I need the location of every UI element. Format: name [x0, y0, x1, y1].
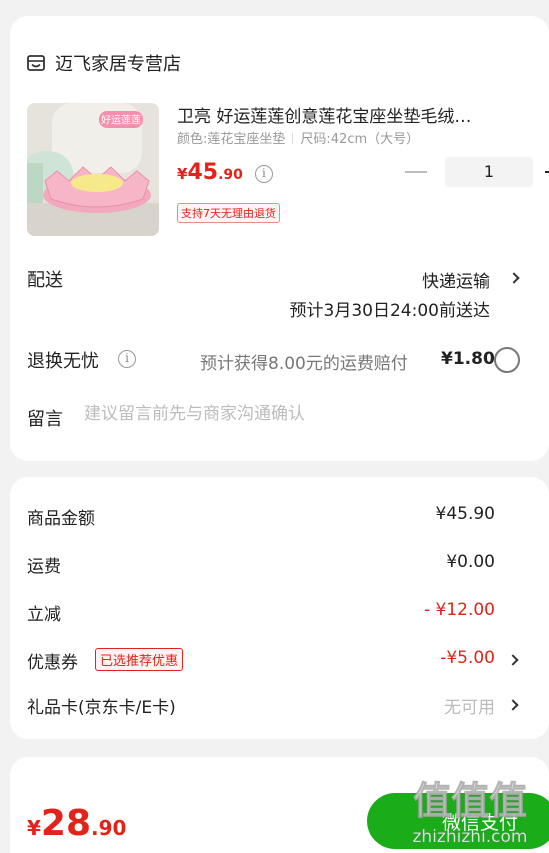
price-info-icon[interactable]: i [254, 165, 273, 183]
wechat-pay-button[interactable]: 微信支付 [367, 793, 549, 849]
total-decimal: .90 [91, 816, 127, 840]
quantity-stepper: 1 [405, 157, 549, 187]
instant-discount-label: 立减 [27, 605, 61, 625]
giftcard-row[interactable]: 礼品卡(京东卡/E卡) 无可用 [10, 693, 549, 721]
chevron-right-icon[interactable] [507, 699, 519, 711]
coupon-label: 优惠券 [27, 653, 78, 673]
coupon-value: -¥5.00 [440, 648, 495, 668]
order-item-card: 迈飞家居专营店 好运莲莲 卫亮 好运莲莲创意莲花宝座坐垫毛绒… 颜色:莲花宝座坐… [10, 16, 549, 461]
store-name: 迈飞家居专营店 [55, 54, 181, 75]
spec-color: 颜色:莲花宝座坐垫 [177, 132, 286, 147]
product-spec[interactable]: 颜色:莲花宝座坐垫 尺码:42cm（大号） [177, 128, 419, 147]
spec-size: 尺码:42cm（大号） [300, 132, 420, 147]
return-insurance-label: 退换无忧 [27, 351, 99, 372]
quantity-input[interactable]: 1 [445, 157, 533, 187]
giftcard-value: 无可用 [444, 698, 495, 718]
total-currency: ¥ [27, 816, 41, 840]
giftcard-label: 礼品卡(京东卡/E卡) [27, 698, 176, 718]
lotus-cushion-image: 好运莲莲 [27, 103, 159, 236]
image-badge-text: 好运莲莲 [101, 115, 141, 127]
freight-value: ¥0.00 [446, 552, 495, 572]
total-integer: 28 [40, 803, 92, 844]
return-policy-tag: 支持7天无理由退货 [177, 203, 280, 223]
price-decimal: .90 [218, 167, 243, 183]
goods-amount-label: 商品金额 [27, 509, 95, 529]
freight-row: 运费 ¥0.00 [10, 552, 549, 580]
return-insurance-description: 预计获得8.00元的运费赔付 [200, 354, 408, 374]
instant-discount-row: 立减 - ¥12.00 [10, 600, 549, 628]
shop-icon [27, 55, 45, 71]
shipping-method[interactable]: 快递运输 [422, 267, 490, 292]
price-summary-card: 商品金额 ¥45.90 运费 ¥0.00 立减 - ¥12.00 优惠券 已选推… [10, 477, 549, 739]
store-header[interactable]: 迈飞家居专营店 [26, 50, 181, 76]
price-integer: 45 [187, 160, 219, 185]
decrease-quantity-button[interactable] [405, 171, 427, 173]
product-title[interactable]: 卫亮 好运莲莲创意莲花宝座坐垫毛绒… [177, 102, 522, 127]
note-label: 留言 [27, 409, 63, 430]
product-price: ¥ 45 .90 i [177, 160, 273, 185]
spec-divider [292, 133, 294, 144]
return-info-icon[interactable]: i [118, 350, 136, 368]
delivery-eta: 预计3月30日24:00前送达 [289, 301, 490, 321]
goods-amount-row: 商品金额 ¥45.90 [10, 504, 549, 532]
chevron-right-icon[interactable] [507, 654, 519, 666]
coupon-recommended-tag: 已选推荐优惠 [95, 648, 184, 671]
price-currency: ¥ [177, 165, 188, 183]
freight-label: 运费 [27, 557, 61, 577]
return-insurance-price: ¥1.80 [441, 349, 495, 369]
shipping-label: 配送 [27, 270, 63, 291]
product-thumbnail[interactable]: 好运莲莲 [27, 103, 159, 236]
return-insurance-radio[interactable] [494, 347, 520, 373]
chevron-right-icon[interactable] [508, 272, 520, 284]
goods-amount-value: ¥45.90 [435, 504, 495, 524]
increase-quantity-button[interactable] [545, 164, 549, 180]
instant-discount-value: - ¥12.00 [423, 600, 495, 620]
wechat-pay-label: 微信支付 [441, 811, 518, 834]
order-total: ¥ 28 .90 [27, 803, 126, 844]
note-input[interactable] [84, 404, 504, 424]
checkout-bar: ¥ 28 .90 微信支付 [10, 757, 549, 853]
coupon-row[interactable]: 优惠券 已选推荐优惠 -¥5.00 [10, 648, 549, 676]
